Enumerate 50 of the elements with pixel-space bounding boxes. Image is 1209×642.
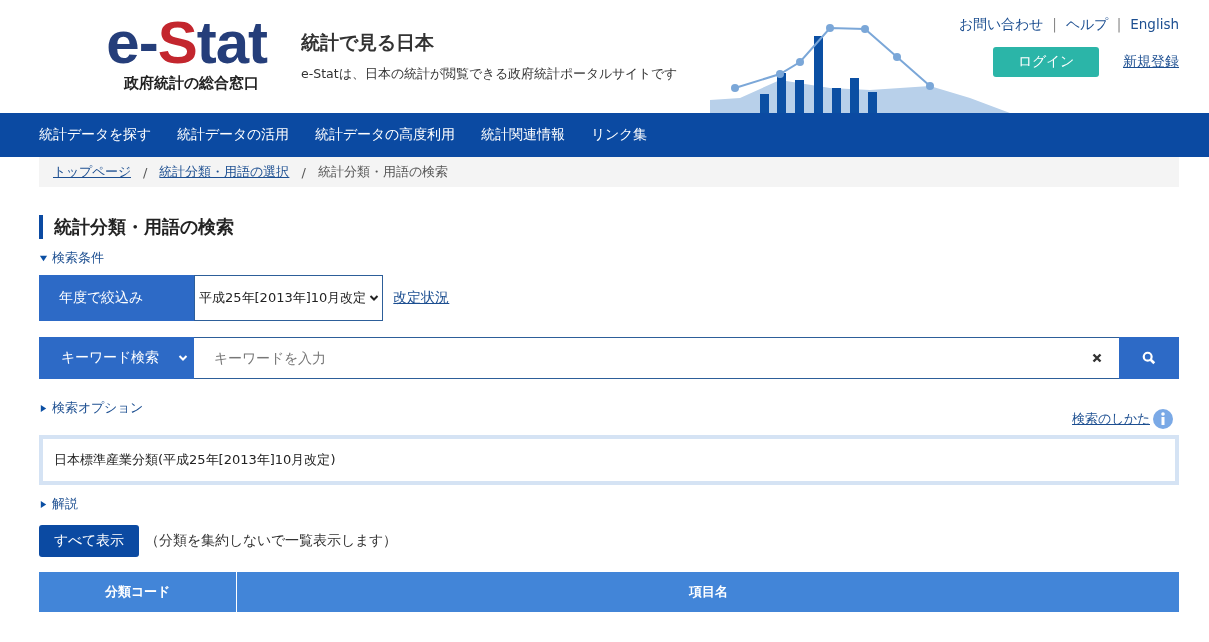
nav-item[interactable]: 統計データの活用	[177, 126, 289, 144]
chevron-down-icon	[369, 293, 380, 303]
column-header: 項目名	[687, 583, 729, 601]
expander-toggle[interactable]: 解説	[39, 495, 78, 513]
classification-name: 日本標準産業分類(平成25年[2013年]10月改定)	[54, 451, 336, 469]
chart-point	[926, 82, 934, 90]
caret-right-icon	[39, 499, 48, 509]
revision-status-link[interactable]: 改定状況	[393, 289, 450, 307]
site-tagline-title: 統計で見る日本	[301, 30, 435, 55]
utility-link[interactable]: English	[1130, 16, 1179, 34]
breadcrumb-link[interactable]: 統計分類・用語の選択	[159, 163, 290, 181]
search-mode-select[interactable]: キーワード検索	[39, 337, 194, 379]
breadcrumb-separator: /	[301, 164, 306, 180]
nav-item[interactable]: 統計関連情報	[481, 126, 565, 144]
chart-point	[893, 53, 901, 61]
breadcrumb-separator: /	[143, 164, 148, 180]
chart-point	[826, 24, 834, 32]
utility-link[interactable]: お問い合わせ	[959, 16, 1044, 34]
link-separator: |	[1116, 16, 1122, 34]
breadcrumb-link[interactable]: トップページ	[53, 163, 131, 181]
nav-item[interactable]: 統計データを探す	[39, 126, 151, 144]
caret-right-icon	[39, 403, 48, 413]
chart-point	[776, 70, 784, 78]
show-all-button[interactable]: すべて表示	[39, 525, 139, 557]
caret-down-icon	[39, 253, 48, 263]
register-link[interactable]: 新規登録	[1123, 53, 1179, 71]
expander-toggle[interactable]: 検索オプション	[39, 399, 143, 417]
column-header: 分類コード	[39, 572, 237, 612]
info-icon	[1153, 409, 1173, 429]
nav-item[interactable]: リンク集	[591, 126, 647, 144]
year-filter-label: 年度で絞込み	[39, 275, 194, 321]
search-help-link[interactable]: 検索のしかた	[1072, 410, 1150, 428]
chart-point	[731, 84, 739, 92]
year-select[interactable]: 平成25年[2013年]10月改定	[194, 275, 384, 321]
chart-point	[861, 25, 869, 33]
search-button[interactable]	[1119, 337, 1179, 379]
logo-subtitle: 政府統計の総合窓口	[124, 74, 259, 93]
search-icon	[1142, 351, 1156, 365]
nav-item[interactable]: 統計データの高度利用	[315, 126, 455, 144]
logo-text[interactable]: e-Stat	[106, 12, 267, 74]
page-title: 統計分類・用語の検索	[39, 215, 1179, 239]
breadcrumb-current: 統計分類・用語の検索	[317, 163, 448, 181]
clear-icon[interactable]	[1092, 353, 1102, 363]
expander-toggle[interactable]: 検索条件	[39, 249, 104, 267]
link-separator: |	[1052, 16, 1057, 34]
chart-point	[796, 58, 804, 66]
utility-link[interactable]: ヘルプ	[1065, 16, 1108, 34]
site-tagline: e-Statは、日本の統計が閲覧できる政府統計ポータルサイトです	[301, 66, 677, 83]
show-all-note: （分類を集約しないで一覧表示します）	[145, 532, 397, 550]
chevron-down-icon	[178, 353, 188, 363]
